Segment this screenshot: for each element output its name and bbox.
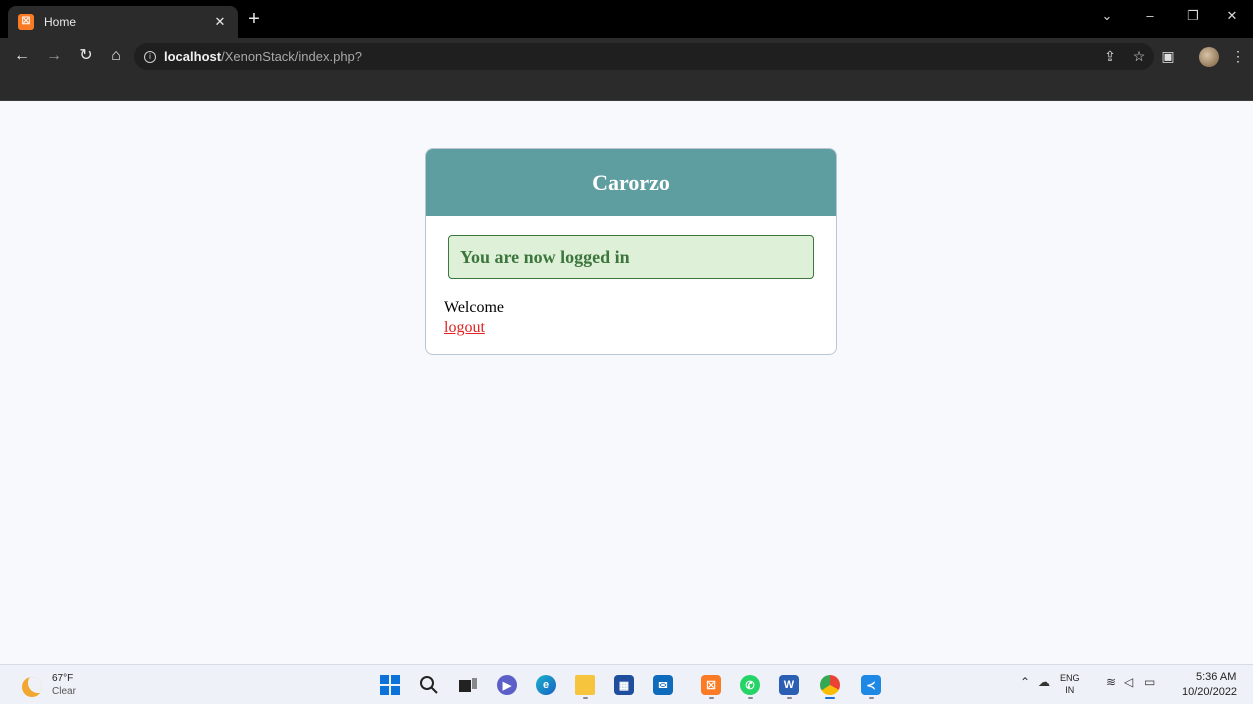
more-menu-icon[interactable]: ⋮	[1229, 47, 1247, 65]
language-indicator[interactable]: ENG IN	[1060, 672, 1080, 696]
volume-icon[interactable]: ◁	[1124, 675, 1133, 689]
folder-icon	[575, 675, 595, 695]
windows-logo-icon	[380, 675, 400, 695]
xampp-button[interactable]: ☒	[696, 671, 726, 699]
search-icon	[420, 676, 438, 694]
running-indicator	[709, 697, 714, 699]
weather-condition[interactable]: Clear	[52, 686, 76, 697]
side-panel-icon[interactable]: ▣	[1159, 47, 1177, 65]
language-code: ENG	[1060, 673, 1080, 683]
running-indicator	[583, 697, 588, 699]
word-button[interactable]: W	[774, 671, 804, 699]
running-indicator	[869, 697, 874, 699]
site-info-icon[interactable]: i	[144, 50, 156, 63]
success-alert: You are now logged in	[448, 235, 814, 279]
region-code: IN	[1065, 685, 1075, 695]
battery-icon[interactable]: ▭	[1144, 675, 1155, 689]
mail-icon: ✉	[653, 675, 673, 695]
whatsapp-button[interactable]: ✆	[735, 671, 765, 699]
vscode-icon: ≺	[861, 675, 881, 695]
tab-close-icon[interactable]: ✕	[212, 14, 228, 30]
card-title: Carorzo	[426, 149, 836, 216]
restore-icon[interactable]: ❐	[1183, 8, 1203, 24]
taskbar-search-button[interactable]	[414, 671, 444, 699]
weather-temp[interactable]: 67°F	[52, 673, 73, 684]
share-icon[interactable]: ⇪	[1101, 47, 1119, 65]
windows-taskbar: 67°F Clear ▶ e ▦ ✉ ☒ ✆ W ≺ ⌃ ☁ ENG IN ≋ …	[0, 664, 1253, 704]
address-bar[interactable]: i localhost/XenonStack/index.php?	[134, 43, 1154, 70]
minimize-icon[interactable]: –	[1140, 8, 1160, 23]
new-tab-icon[interactable]: +	[244, 9, 264, 29]
task-view-button[interactable]	[453, 671, 483, 699]
profile-avatar[interactable]	[1199, 47, 1219, 67]
word-icon: W	[779, 675, 799, 695]
browser-tab-home[interactable]: ☒ Home ✕	[8, 6, 238, 38]
file-explorer-button[interactable]	[570, 671, 600, 699]
home-icon[interactable]: ⌂	[106, 47, 126, 65]
teams-chat-icon: ▶	[497, 675, 517, 695]
task-view-icon	[459, 678, 477, 692]
clock-date[interactable]: 10/20/2022	[1182, 686, 1237, 698]
reload-icon[interactable]: ↻	[76, 47, 96, 65]
xampp-favicon-icon: ☒	[18, 14, 34, 30]
browser-toolbar: ← → ↻ ⌂ i localhost/XenonStack/index.php…	[0, 38, 1253, 74]
bookmark-star-icon[interactable]: ☆	[1130, 47, 1148, 65]
forward-icon[interactable]: →	[44, 47, 64, 65]
chrome-button[interactable]	[815, 671, 845, 699]
url-text: localhost/XenonStack/index.php?	[164, 49, 363, 64]
teams-chat-button[interactable]: ▶	[492, 671, 522, 699]
whatsapp-icon: ✆	[740, 675, 760, 695]
back-icon[interactable]: ←	[12, 47, 32, 65]
tab-search-chevron-icon[interactable]: ⌄	[1097, 8, 1117, 24]
onedrive-cloud-icon[interactable]: ☁	[1038, 675, 1050, 689]
bookmark-bar	[0, 74, 1253, 101]
tab-title: Home	[44, 15, 77, 29]
logout-link[interactable]: logout	[444, 319, 485, 337]
vscode-button[interactable]: ≺	[856, 671, 886, 699]
chrome-icon	[820, 675, 840, 695]
active-indicator	[825, 697, 835, 699]
close-window-icon[interactable]: ✕	[1222, 8, 1242, 24]
start-button[interactable]	[375, 671, 405, 699]
xampp-icon: ☒	[701, 675, 721, 695]
edge-icon: e	[536, 675, 556, 695]
tab-strip: ☒ Home ✕ + ⌄ – ❐ ✕	[0, 0, 1253, 38]
store-button[interactable]: ▦	[609, 671, 639, 699]
moon-weather-icon[interactable]	[22, 677, 42, 697]
welcome-text: Welcome	[444, 299, 505, 316]
store-icon: ▦	[614, 675, 634, 695]
login-status-card: Carorzo You are now logged in Welcome lo…	[425, 148, 837, 355]
running-indicator	[787, 697, 792, 699]
edge-button[interactable]: e	[531, 671, 561, 699]
mail-button[interactable]: ✉	[648, 671, 678, 699]
wifi-icon[interactable]: ≋	[1106, 675, 1116, 689]
show-hidden-icons-chevron-icon[interactable]: ⌃	[1020, 675, 1030, 689]
running-indicator	[748, 697, 753, 699]
clock-time[interactable]: 5:36 AM	[1196, 671, 1236, 683]
